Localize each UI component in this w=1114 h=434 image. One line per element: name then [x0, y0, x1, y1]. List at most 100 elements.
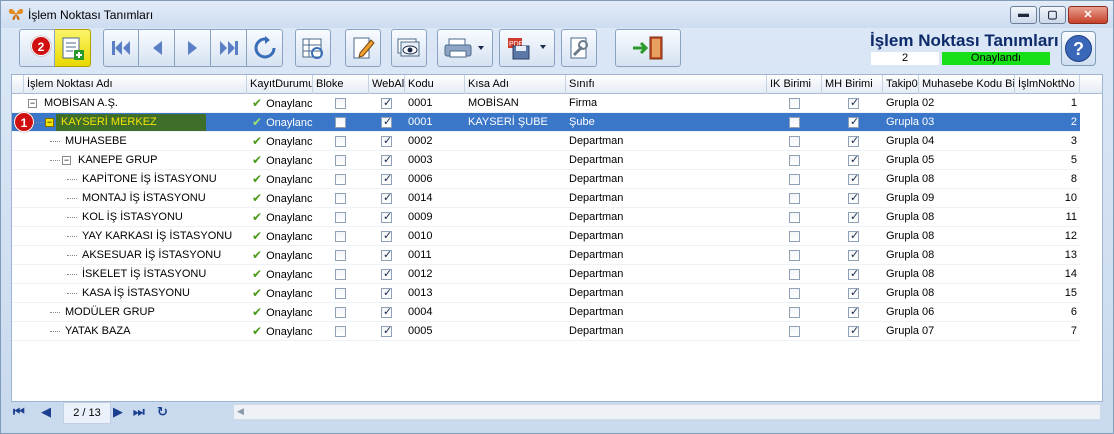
mh-checkbox[interactable]	[848, 229, 859, 242]
ik-checkbox[interactable]	[789, 326, 800, 337]
first-page-icon[interactable]: ⏮	[13, 405, 25, 421]
web-checkbox[interactable]	[381, 286, 392, 299]
bloke-checkbox[interactable]	[335, 307, 346, 318]
collapse-icon[interactable]: −	[45, 118, 54, 127]
mh-checkbox[interactable]	[848, 324, 859, 337]
web-checkbox[interactable]	[381, 229, 392, 242]
table-row[interactable]: MUHASEBE ✔Onaylanc 0002 Departman Grupla04 3	[12, 132, 1080, 151]
prev-page-icon[interactable]: ◀	[41, 405, 51, 421]
minimize-button[interactable]: ▬	[1010, 6, 1037, 24]
bloke-checkbox[interactable]	[335, 269, 346, 280]
ik-checkbox[interactable]	[789, 269, 800, 280]
grid-settings-button[interactable]	[295, 29, 331, 67]
bloke-checkbox[interactable]	[335, 212, 346, 223]
bloke-checkbox[interactable]	[335, 193, 346, 204]
web-checkbox[interactable]	[381, 305, 392, 318]
preview-button[interactable]	[391, 29, 427, 67]
help-button[interactable]: ?	[1061, 31, 1096, 66]
edit-button[interactable]	[345, 29, 381, 67]
col-header-kodu[interactable]: Kodu	[405, 75, 465, 94]
col-header-bloke[interactable]: Bloke	[313, 75, 369, 94]
ik-checkbox[interactable]	[789, 288, 800, 299]
col-header-sinif[interactable]: Sınıfı	[566, 75, 767, 94]
web-checkbox[interactable]	[381, 172, 392, 185]
table-row[interactable]: −MOBİSAN A.Ş. ✔Onaylanc 0001 MOBİSAN Firma Gr…	[12, 94, 1080, 113]
bloke-checkbox[interactable]	[335, 136, 346, 147]
horizontal-scrollbar[interactable]: ◀	[233, 404, 1101, 420]
table-row[interactable]: AKSESUAR İŞ İSTASYONU ✔Onaylanc 0011 Depart…	[12, 246, 1080, 265]
col-header-mh[interactable]: MH Birimi	[822, 75, 883, 94]
bloke-checkbox[interactable]	[335, 250, 346, 261]
ik-checkbox[interactable]	[789, 193, 800, 204]
web-checkbox[interactable]	[381, 153, 392, 166]
table-row[interactable]: YAY KARKASI İŞ İSTASYONU ✔Onaylanc 0010 Dep…	[12, 227, 1080, 246]
refresh-page-icon[interactable]: ↻	[157, 405, 168, 421]
first-record-button[interactable]	[103, 29, 139, 67]
web-checkbox[interactable]	[381, 134, 392, 147]
ik-checkbox[interactable]	[789, 155, 800, 166]
ik-checkbox[interactable]	[789, 231, 800, 242]
web-checkbox[interactable]	[381, 267, 392, 280]
col-header-takip[interactable]: Takip0	[883, 75, 919, 94]
prev-record-button[interactable]	[139, 29, 175, 67]
last-page-icon[interactable]: ⏭	[133, 405, 145, 421]
ik-checkbox[interactable]	[789, 117, 800, 128]
table-row[interactable]: −KAYSERİ MERKEZ ✔Onaylanc 0001 KAYSERİ ŞUBE…	[12, 113, 1080, 132]
col-header-no[interactable]: İşlmNoktNo	[1015, 75, 1080, 94]
tools-button[interactable]	[561, 29, 597, 67]
mh-checkbox[interactable]	[848, 210, 859, 223]
mh-checkbox[interactable]	[848, 305, 859, 318]
mh-checkbox[interactable]	[848, 248, 859, 261]
web-checkbox[interactable]	[381, 115, 392, 128]
bloke-checkbox[interactable]	[335, 326, 346, 337]
mh-checkbox[interactable]	[848, 286, 859, 299]
table-row[interactable]: MODÜLER GRUP ✔Onaylanc 0004 Departman Grupla…	[12, 303, 1080, 322]
bloke-checkbox[interactable]	[335, 231, 346, 242]
ik-checkbox[interactable]	[789, 136, 800, 147]
mh-checkbox[interactable]	[848, 115, 859, 128]
ik-checkbox[interactable]	[789, 212, 800, 223]
bloke-checkbox[interactable]	[335, 117, 346, 128]
web-checkbox[interactable]	[381, 191, 392, 204]
next-record-button[interactable]	[175, 29, 211, 67]
table-row[interactable]: −KANEPE GRUP ✔Onaylanc 0003 Departman Grupla…	[12, 151, 1080, 170]
pdf-export-button[interactable]: PDF	[499, 29, 555, 67]
refresh-button[interactable]	[247, 29, 283, 67]
col-header-ik[interactable]: IK Birimi	[767, 75, 822, 94]
bloke-checkbox[interactable]	[335, 98, 346, 109]
web-checkbox[interactable]	[381, 324, 392, 337]
collapse-icon[interactable]: −	[28, 99, 37, 108]
ik-checkbox[interactable]	[789, 307, 800, 318]
col-header-muhasebe[interactable]: Muhasebe Kodu Bilo	[919, 75, 1015, 94]
scroll-left-icon[interactable]: ◀	[237, 406, 244, 417]
mh-checkbox[interactable]	[848, 134, 859, 147]
web-checkbox[interactable]	[381, 96, 392, 109]
table-row[interactable]: İSKELET İŞ İSTASYONU ✔Onaylanc 0012 Departm…	[12, 265, 1080, 284]
table-row[interactable]: KAPİTONE İŞ İSTASYONU ✔Onaylanc 0006 Depart…	[12, 170, 1080, 189]
bloke-checkbox[interactable]	[335, 174, 346, 185]
add-record-button[interactable]	[55, 29, 91, 67]
exit-button[interactable]	[615, 29, 681, 67]
table-row[interactable]: KASA İŞ İSTASYONU ✔Onaylanc 0013 Departman G…	[12, 284, 1080, 303]
collapse-icon[interactable]: −	[62, 156, 71, 165]
mh-checkbox[interactable]	[848, 96, 859, 109]
ik-checkbox[interactable]	[789, 250, 800, 261]
next-page-icon[interactable]: ▶	[113, 405, 123, 421]
table-row[interactable]: KOL İŞ İSTASYONU ✔Onaylanc 0009 Departman Gr…	[12, 208, 1080, 227]
bloke-checkbox[interactable]	[335, 155, 346, 166]
close-button[interactable]: ✕	[1068, 6, 1108, 24]
col-header-status[interactable]: KayıtDurumu	[247, 75, 313, 94]
table-row[interactable]: YATAK BAZA ✔Onaylanc 0005 Departman Grupla07…	[12, 322, 1080, 341]
col-header-web[interactable]: WebAl	[369, 75, 405, 94]
web-checkbox[interactable]	[381, 248, 392, 261]
mh-checkbox[interactable]	[848, 153, 859, 166]
mh-checkbox[interactable]	[848, 191, 859, 204]
maximize-button[interactable]: ▢	[1039, 6, 1066, 24]
print-button[interactable]	[437, 29, 493, 67]
web-checkbox[interactable]	[381, 210, 392, 223]
last-record-button[interactable]	[211, 29, 247, 67]
ik-checkbox[interactable]	[789, 174, 800, 185]
col-header-kisa[interactable]: Kısa Adı	[465, 75, 566, 94]
table-row[interactable]: MONTAJ İŞ İSTASYONU ✔Onaylanc 0014 Departma…	[12, 189, 1080, 208]
mh-checkbox[interactable]	[848, 172, 859, 185]
